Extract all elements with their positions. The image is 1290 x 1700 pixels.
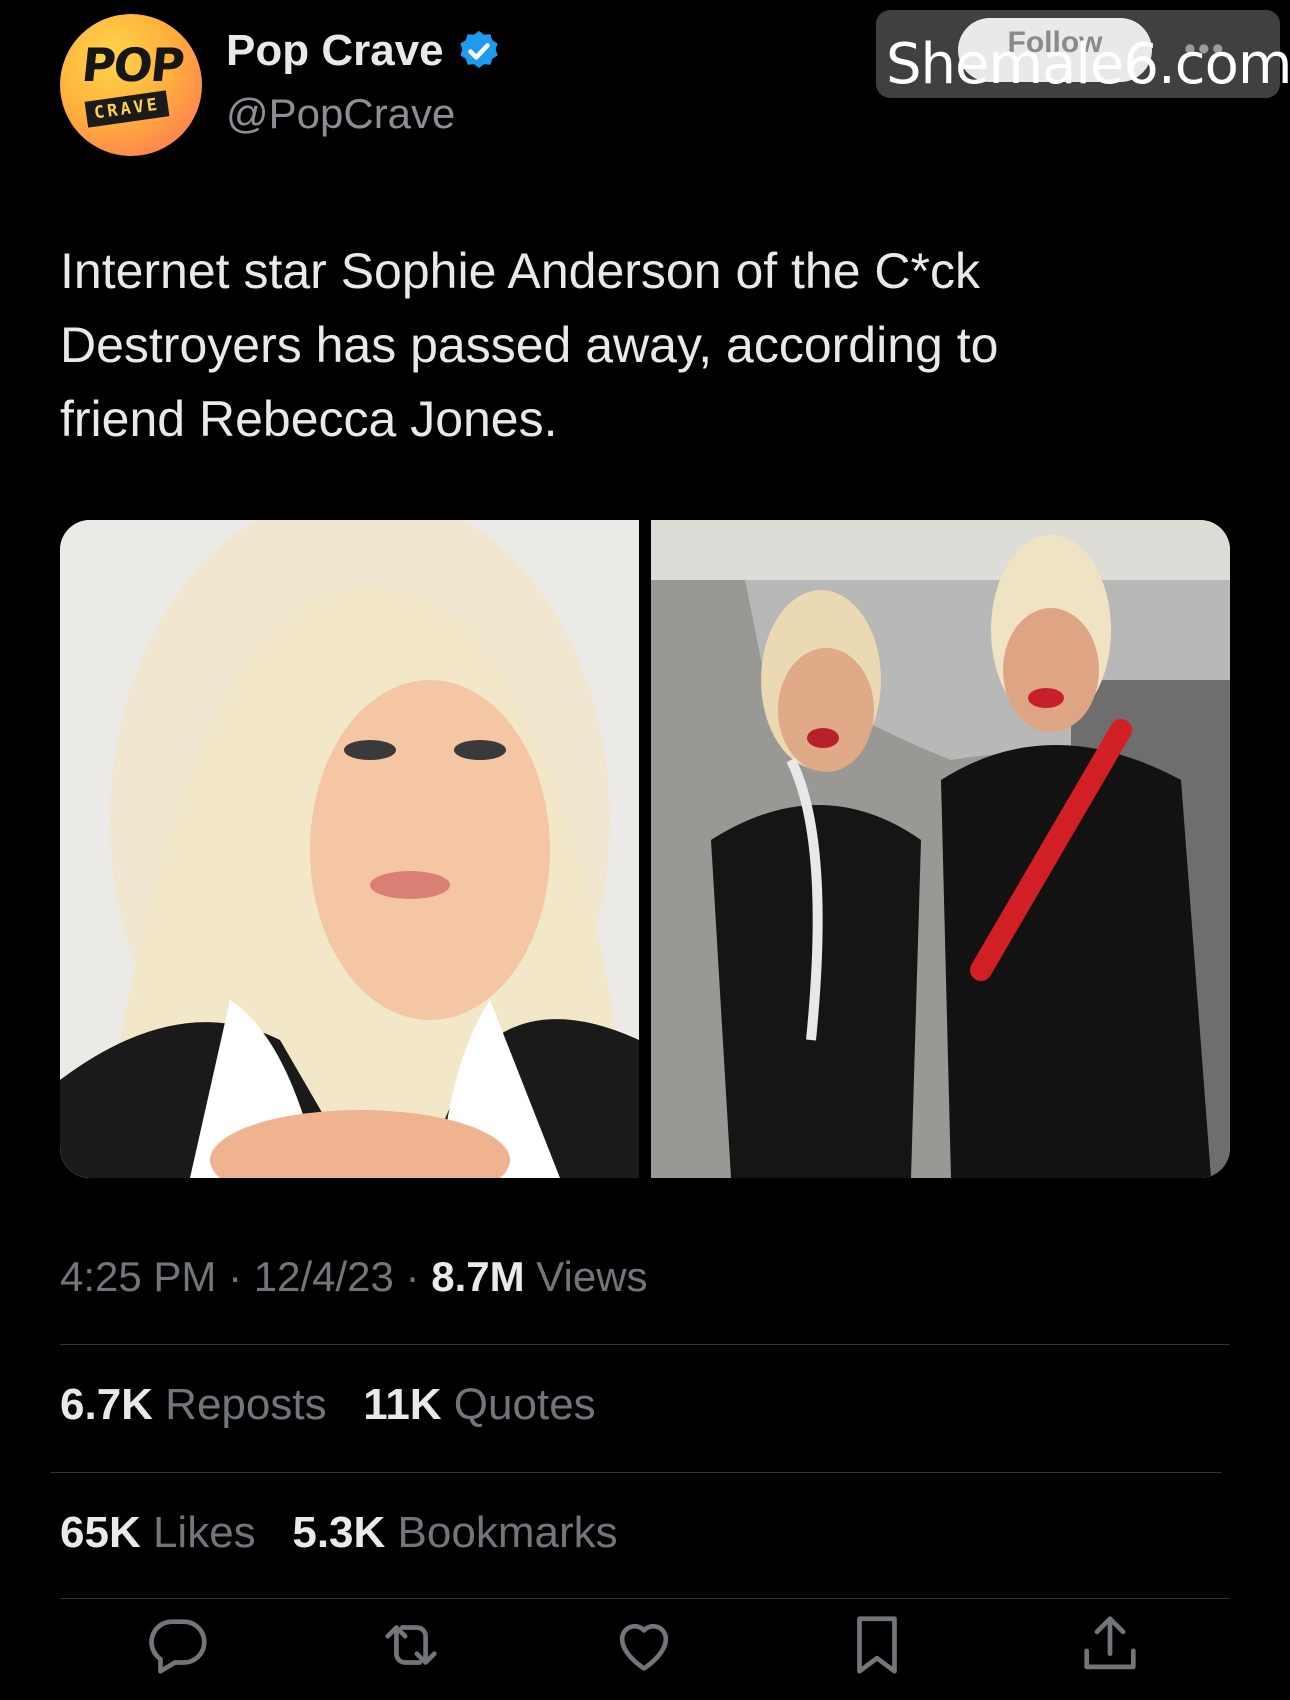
reply-button[interactable] — [143, 1610, 213, 1680]
meta-separator: · — [393, 1253, 432, 1300]
likes-count: 65K — [60, 1508, 141, 1557]
repost-icon — [385, 1625, 437, 1665]
quotes-stat[interactable]: 11K Quotes — [363, 1380, 595, 1429]
like-button[interactable] — [609, 1610, 679, 1680]
views-label: Views — [524, 1253, 648, 1300]
likes-stat[interactable]: 65K Likes — [60, 1508, 256, 1557]
bookmarks-label: Bookmarks — [385, 1508, 618, 1557]
reposts-label: Reposts — [152, 1380, 327, 1429]
bookmark-button[interactable] — [842, 1610, 912, 1680]
divider — [60, 1598, 1230, 1599]
avatar-logo-text: POP — [79, 38, 186, 92]
repost-quote-stats: 6.7K Reposts 11K Quotes — [60, 1380, 596, 1430]
avatar-logo-subtext: CRAVE — [84, 90, 170, 128]
watermark-text: Shemale6.com — [886, 32, 1290, 97]
media-photo-left[interactable] — [60, 520, 639, 1178]
tweet-media — [60, 520, 1230, 1178]
tweet-text-line: Destroyers has passed away, according to — [60, 317, 999, 373]
author-handle[interactable]: @PopCrave — [226, 90, 455, 138]
views-count: 8.7M — [431, 1253, 525, 1300]
divider — [50, 1472, 1222, 1473]
tweet-text-line: friend Rebecca Jones. — [60, 391, 558, 447]
tweet-text: Internet star Sophie Anderson of the C*c… — [60, 234, 1210, 456]
tweet-text-line: Internet star Sophie Anderson of the C*c… — [60, 243, 980, 299]
like-icon — [619, 1623, 669, 1671]
share-icon — [1084, 1616, 1136, 1670]
bookmarks-stat[interactable]: 5.3K Bookmarks — [292, 1508, 617, 1557]
likes-label: Likes — [140, 1508, 256, 1557]
reply-icon — [149, 1619, 207, 1674]
share-button[interactable] — [1075, 1610, 1145, 1680]
divider — [60, 1344, 1230, 1345]
portrait-photo-illustration — [60, 520, 639, 1178]
like-bookmark-stats: 65K Likes 5.3K Bookmarks — [60, 1508, 618, 1558]
quotes-count: 11K — [363, 1380, 442, 1429]
meta-separator: · — [216, 1253, 254, 1300]
media-photo-right[interactable] — [651, 520, 1230, 1178]
verified-badge-icon — [460, 30, 498, 69]
reposts-stat[interactable]: 6.7K Reposts — [60, 1380, 327, 1429]
reposts-count: 6.7K — [60, 1380, 153, 1429]
quotes-label: Quotes — [441, 1380, 596, 1429]
tweet-header: POP CRAVE Pop Crave @PopCrave Follow •••… — [0, 0, 1290, 190]
author-name-row: Pop Crave — [226, 26, 502, 76]
watermark-overlay: Follow ••• Shemale6.com — [876, 10, 1290, 98]
bookmark-icon — [857, 1616, 897, 1674]
tweet-date[interactable]: 12/4/23 — [254, 1253, 394, 1300]
tweet-time[interactable]: 4:25 PM — [60, 1253, 216, 1300]
bookmarks-count: 5.3K — [292, 1508, 386, 1557]
display-name[interactable]: Pop Crave — [226, 26, 444, 76]
duo-photo-illustration — [651, 520, 1230, 1178]
action-bar — [0, 1610, 1290, 1690]
avatar[interactable]: POP CRAVE — [60, 14, 202, 156]
tweet-meta: 4:25 PM · 12/4/23 · 8.7M Views — [60, 1253, 648, 1301]
repost-button[interactable] — [376, 1610, 446, 1680]
